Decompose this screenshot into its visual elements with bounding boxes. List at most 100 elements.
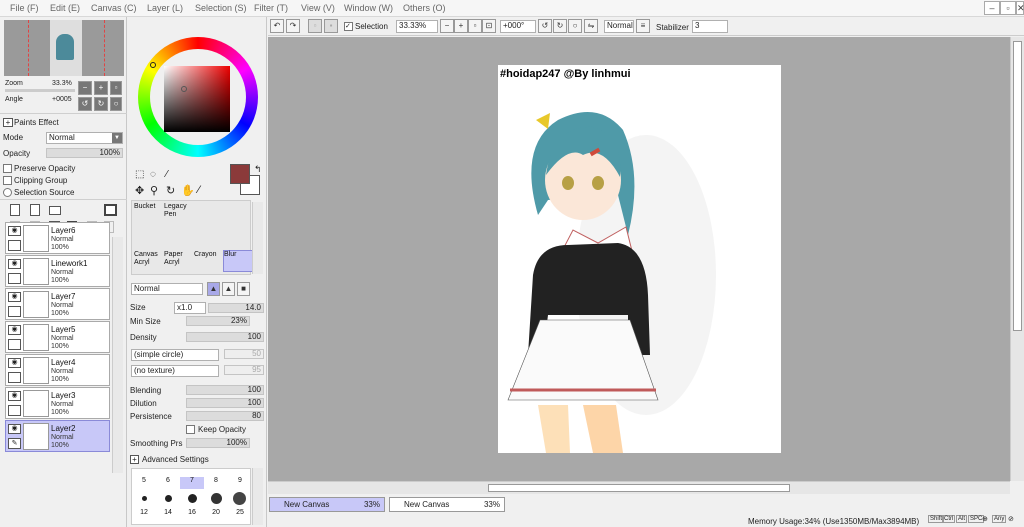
eye-icon[interactable]: ◉ bbox=[8, 325, 21, 335]
navigator-preview[interactable] bbox=[4, 20, 124, 76]
brush-size-cell[interactable]: 20 bbox=[204, 509, 228, 521]
zoom-icon[interactable]: ⚲ bbox=[150, 184, 158, 197]
close-button[interactable]: ✕ bbox=[1016, 1, 1024, 15]
brush-size-cell[interactable]: 25 bbox=[228, 509, 252, 521]
zoom-out-button[interactable]: − bbox=[78, 81, 92, 95]
minimize-button[interactable]: – bbox=[984, 1, 1000, 15]
eye-icon[interactable]: ◉ bbox=[8, 292, 21, 302]
vertical-scroll-thumb[interactable] bbox=[1013, 41, 1022, 331]
blend-menu-button[interactable]: ≡ bbox=[636, 19, 650, 33]
rotate-icon[interactable]: ↻ bbox=[166, 184, 175, 197]
expand-advanced-icon[interactable]: + bbox=[130, 455, 139, 464]
brush-size-cell[interactable]: 8 bbox=[204, 477, 228, 489]
texture-select[interactable]: (no texture) bbox=[131, 365, 219, 377]
magic-wand-icon[interactable]: ⁄ bbox=[166, 169, 168, 180]
layer-item-selected[interactable]: ◉ ✎ Layer2 Normal 100% bbox=[5, 420, 110, 452]
lock-toggle[interactable] bbox=[8, 306, 21, 317]
layer-mask-icon[interactable] bbox=[104, 204, 117, 216]
stabilizer-field[interactable]: 3 bbox=[692, 20, 728, 33]
layer-item[interactable]: ◉ Layer4 Normal 100% bbox=[5, 354, 110, 386]
zoom-in-button[interactable]: + bbox=[94, 81, 108, 95]
lock-toggle[interactable] bbox=[8, 372, 21, 383]
persistence-slider[interactable]: 80 bbox=[186, 411, 264, 421]
layer-item[interactable]: ◉ Layer6 Normal 100% bbox=[5, 222, 110, 254]
color-marker[interactable] bbox=[181, 86, 187, 92]
brush-size-scrollbar[interactable] bbox=[252, 468, 263, 525]
menu-edit[interactable]: Edit (E) bbox=[50, 3, 80, 13]
canvas-page[interactable]: #hoidap247 @By linhmui bbox=[498, 65, 781, 453]
undo-icon[interactable]: ↶ bbox=[270, 19, 284, 33]
zoom-fit-button[interactable]: ▫ bbox=[468, 19, 482, 33]
menu-filter[interactable]: Filter (T) bbox=[254, 3, 288, 13]
layer-item[interactable]: ◉ Linework1 Normal 100% bbox=[5, 255, 110, 287]
hand-icon[interactable]: ✋ bbox=[181, 184, 195, 197]
mode-select[interactable]: Normal ▼ bbox=[46, 132, 123, 144]
brush-size-cell[interactable]: 6 bbox=[156, 477, 180, 489]
brush-size-cell[interactable]: 9 bbox=[228, 477, 252, 489]
lock-toggle[interactable] bbox=[8, 339, 21, 350]
canvas-horizontal-scrollbar[interactable] bbox=[268, 481, 1010, 494]
clipping-group-checkbox[interactable] bbox=[3, 176, 12, 185]
selection-checkbox[interactable]: ✓ bbox=[344, 22, 353, 31]
menu-others[interactable]: Others (O) bbox=[403, 3, 446, 13]
maximize-button[interactable]: ▫ bbox=[1000, 1, 1016, 15]
color-wheel[interactable] bbox=[138, 37, 258, 157]
swap-colors-icon[interactable]: ↰ bbox=[254, 164, 262, 175]
invert-selection-button[interactable]: ▪ bbox=[324, 19, 338, 33]
new-folder-icon[interactable] bbox=[49, 206, 61, 215]
size-slider[interactable]: 14.0 bbox=[208, 303, 264, 313]
flip-button[interactable]: ⇋ bbox=[584, 19, 598, 33]
opacity-slider[interactable]: 100% bbox=[46, 148, 123, 158]
tool-crayon[interactable]: Crayon bbox=[194, 251, 224, 273]
canvas-vertical-scrollbar[interactable] bbox=[1010, 37, 1024, 481]
eye-icon[interactable]: ◉ bbox=[8, 226, 21, 236]
tool-legacy-pen[interactable]: Legacy Pen bbox=[164, 203, 194, 225]
min-size-slider[interactable]: 23% bbox=[186, 316, 250, 326]
expand-icon[interactable]: + bbox=[3, 118, 13, 127]
layers-scrollbar[interactable] bbox=[112, 237, 123, 473]
menu-selection[interactable]: Selection (S) bbox=[195, 3, 247, 13]
texture-slider[interactable]: 95 bbox=[224, 365, 264, 375]
selection-source-checkbox[interactable] bbox=[3, 188, 12, 197]
zoom-field[interactable]: 33.33% bbox=[396, 20, 438, 33]
brush-shape-flat-button[interactable]: ■ bbox=[237, 282, 250, 296]
tool-scrollbar[interactable] bbox=[252, 202, 263, 274]
layer-item[interactable]: ◉ Layer5 Normal 100% bbox=[5, 321, 110, 353]
zoom-slider[interactable] bbox=[5, 89, 75, 92]
density-slider[interactable]: 100 bbox=[186, 332, 264, 342]
size-multiplier[interactable]: x1.0 bbox=[174, 302, 206, 314]
eye-icon[interactable]: ◉ bbox=[8, 391, 21, 401]
deselect-button[interactable]: ▫ bbox=[308, 19, 322, 33]
menu-canvas[interactable]: Canvas (C) bbox=[91, 3, 137, 13]
menu-window[interactable]: Window (W) bbox=[344, 3, 393, 13]
zoom-out-tool-button[interactable]: − bbox=[440, 19, 454, 33]
keep-opacity-checkbox[interactable] bbox=[186, 425, 195, 434]
smoothing-slider[interactable]: 100% bbox=[186, 438, 250, 448]
menu-file[interactable]: File (F) bbox=[10, 3, 39, 13]
rotate-cw-button[interactable]: ↻ bbox=[553, 19, 567, 33]
tool-blur[interactable]: Blur bbox=[223, 250, 253, 272]
dilution-slider[interactable]: 100 bbox=[186, 398, 264, 408]
rotate-reset-button[interactable]: ○ bbox=[110, 97, 122, 111]
new-layer-icon[interactable] bbox=[10, 204, 20, 216]
lock-toggle[interactable] bbox=[8, 405, 21, 416]
rotate-reset-tool-button[interactable]: ○ bbox=[568, 19, 582, 33]
zoom-reset-button[interactable]: ▫ bbox=[110, 81, 122, 95]
canvas-area[interactable]: #hoidap247 @By linhmui bbox=[268, 37, 1010, 481]
eyedropper-icon[interactable]: ⁄ bbox=[198, 184, 200, 196]
layer-item[interactable]: ◉ Layer3 Normal 100% bbox=[5, 387, 110, 419]
advanced-settings-label[interactable]: Advanced Settings bbox=[142, 455, 209, 464]
saturation-square[interactable] bbox=[164, 66, 230, 132]
rotate-left-button[interactable]: ↺ bbox=[78, 97, 92, 111]
hue-marker[interactable] bbox=[150, 62, 156, 68]
blend-field[interactable]: Normal bbox=[604, 20, 634, 33]
canvas-tab-active[interactable]: New Canvas 33% bbox=[269, 497, 385, 512]
zoom-actual-button[interactable]: ⊡ bbox=[482, 19, 496, 33]
shape-slider[interactable]: 50 bbox=[224, 349, 264, 359]
rotate-right-button[interactable]: ↻ bbox=[94, 97, 108, 111]
rect-select-icon[interactable]: ⬚ bbox=[135, 169, 144, 180]
zoom-in-tool-button[interactable]: + bbox=[454, 19, 468, 33]
lasso-icon[interactable]: ◌ bbox=[150, 169, 156, 180]
brush-size-cell[interactable]: 16 bbox=[180, 509, 204, 521]
rotate-ccw-button[interactable]: ↺ bbox=[538, 19, 552, 33]
